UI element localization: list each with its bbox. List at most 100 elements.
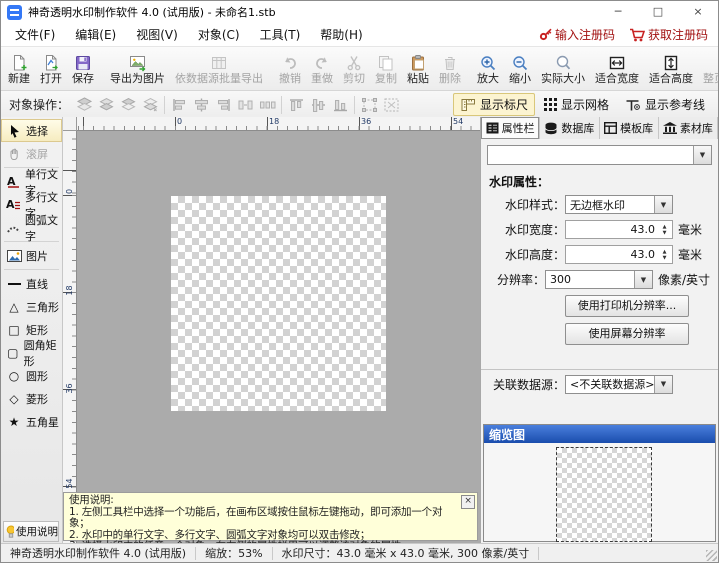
cut-button[interactable]: 剪切 (338, 47, 370, 90)
tool-arc-text[interactable]: 圆弧文字 (1, 214, 62, 243)
watermark-width-input[interactable]: 43.0 ▲ ▼ (565, 220, 673, 239)
menu-object[interactable]: 对象(C) (188, 26, 250, 43)
zoom-out-button[interactable]: 缩小 (504, 47, 536, 90)
tool-pan[interactable]: 滚屏 (1, 142, 62, 165)
tool-select[interactable]: 选择 (1, 119, 62, 142)
show-grid-toggle[interactable]: 显示网格 (537, 93, 616, 116)
enter-register-code-label: 输入注册码 (554, 28, 615, 42)
align-center-h-icon[interactable] (190, 95, 212, 115)
menu-help[interactable]: 帮助(H) (310, 26, 372, 43)
diamond-icon: ◇ (9, 391, 19, 406)
combobox-dropdown-arrow[interactable]: ▼ (693, 146, 711, 164)
save-button[interactable]: 保存 (67, 47, 99, 90)
new-button[interactable]: 新建 (3, 47, 35, 90)
app-icon (7, 4, 22, 20)
tab-templates[interactable]: 模板库 (600, 117, 659, 139)
menu-file[interactable]: 文件(F) (5, 26, 65, 43)
tool-triangle[interactable]: △ 三角形 (1, 295, 62, 318)
status-zoom-level: 缩放：53% (196, 546, 273, 560)
datasource-select[interactable]: <不关联数据源> ▼ (565, 374, 673, 394)
align-left-icon[interactable] (168, 95, 190, 115)
resize-grip[interactable] (706, 550, 717, 561)
copy-button[interactable]: 复制 (370, 47, 402, 90)
h-ruler-label: 0 (177, 117, 183, 126)
bring-forward-icon[interactable] (95, 95, 117, 115)
tab-materials[interactable]: 素材库 (659, 117, 718, 139)
maximize-button[interactable]: □ (638, 1, 678, 23)
ungroup-icon[interactable] (380, 95, 402, 115)
tab-properties[interactable]: 属性栏 (481, 117, 541, 140)
tab-database[interactable]: 数据库 (540, 117, 600, 139)
database-icon (545, 122, 558, 134)
help-close-button[interactable]: × (461, 495, 475, 509)
align-middle-icon[interactable] (307, 95, 329, 115)
select-arrow-icon (6, 124, 22, 138)
tool-image[interactable]: 图片 (1, 244, 62, 267)
paste-button[interactable]: 粘贴 (402, 47, 434, 90)
close-button[interactable]: × (678, 1, 718, 23)
tab-templates-label: 模板库 (620, 122, 654, 135)
align-bottom-icon[interactable] (329, 95, 351, 115)
redo-button[interactable]: 重做 (306, 47, 338, 90)
panel-tabs: 属性栏 数据库 模板库 素材库 (481, 117, 718, 140)
tool-diamond[interactable]: ◇ 菱形 (1, 387, 62, 410)
send-backward-icon[interactable] (117, 95, 139, 115)
usage-help-button[interactable]: 使用说明 (3, 521, 59, 542)
delete-button[interactable]: 删除 (434, 47, 466, 90)
height-spinner-arrows[interactable]: ▲ ▼ (659, 247, 670, 262)
use-screen-resolution-button[interactable]: 使用屏幕分辨率 (565, 323, 689, 345)
bank-icon (662, 122, 677, 134)
menu-view[interactable]: 视图(V) (126, 26, 188, 43)
style-dropdown-arrow[interactable]: ▼ (654, 196, 672, 213)
width-spinner-arrows[interactable]: ▲ ▼ (659, 222, 670, 237)
show-ruler-toggle[interactable]: 显示标尺 (452, 93, 535, 116)
help-title: 使用说明: (69, 494, 114, 506)
batch-export-button[interactable]: 依数据源批量导出 (170, 47, 268, 90)
watermark-height-input[interactable]: 43.0 ▲ ▼ (565, 245, 673, 264)
watermark-width-label: 水印宽度： (504, 223, 565, 237)
menu-edit[interactable]: 编辑(E) (65, 26, 126, 43)
fit-page-button[interactable]: 整页显示 (698, 47, 718, 90)
svg-text:A: A (6, 198, 15, 211)
object-selector-combobox[interactable]: ▼ (487, 145, 712, 165)
export-image-button[interactable]: 导出为图片 (105, 47, 170, 90)
group-icon[interactable] (358, 95, 380, 115)
tool-select-label: 选择 (26, 124, 48, 138)
menu-tools[interactable]: 工具(T) (250, 26, 311, 43)
resolution-dropdown-arrow[interactable]: ▼ (633, 271, 652, 288)
zoom-in-button[interactable]: 放大 (472, 47, 504, 90)
align-right-icon[interactable] (212, 95, 234, 115)
lightbulb-icon (6, 525, 14, 538)
resolution-select[interactable]: 300 ▼ (544, 270, 653, 289)
align-top-icon[interactable] (285, 95, 307, 115)
datasource-dropdown-arrow[interactable]: ▼ (654, 375, 672, 393)
zoom-in-icon (479, 53, 497, 73)
enter-register-code-link[interactable]: 输入注册码 (539, 26, 615, 43)
tool-line[interactable]: 直线 (1, 272, 62, 295)
canvas-workarea[interactable] (77, 131, 480, 544)
cart-icon (629, 28, 645, 41)
watermark-canvas[interactable] (171, 196, 386, 411)
show-grid-label: 显示网格 (560, 98, 609, 112)
watermark-style-label: 水印样式： (504, 198, 565, 212)
fit-width-button[interactable]: 适合宽度 (590, 47, 644, 90)
actual-size-button[interactable]: 实际大小 (536, 47, 590, 90)
open-button[interactable]: 打开 (35, 47, 67, 90)
bring-to-front-icon[interactable] (73, 95, 95, 115)
template-icon (604, 122, 618, 134)
show-guides-toggle[interactable]: 显示参考线 (618, 93, 712, 116)
copy-label: 复制 (375, 71, 397, 85)
minimize-button[interactable]: ─ (598, 1, 638, 23)
tab-materials-label: 素材库 (679, 122, 713, 135)
tool-star[interactable]: ★ 五角星 (1, 410, 62, 433)
send-to-back-icon[interactable] (139, 95, 161, 115)
single-line-text-icon: A (6, 175, 21, 188)
undo-button[interactable]: 撤销 (274, 47, 306, 90)
fit-height-button[interactable]: 适合高度 (644, 47, 698, 90)
distribute-h-icon[interactable] (234, 95, 256, 115)
get-register-code-link[interactable]: 获取注册码 (629, 26, 708, 43)
watermark-style-select[interactable]: 无边框水印 ▼ (565, 195, 673, 214)
equal-spacing-icon[interactable] (256, 95, 278, 115)
tool-rounded-rectangle[interactable]: ▢ 圆角矩形 (1, 339, 62, 368)
use-printer-resolution-button[interactable]: 使用打印机分辨率... (565, 295, 689, 317)
